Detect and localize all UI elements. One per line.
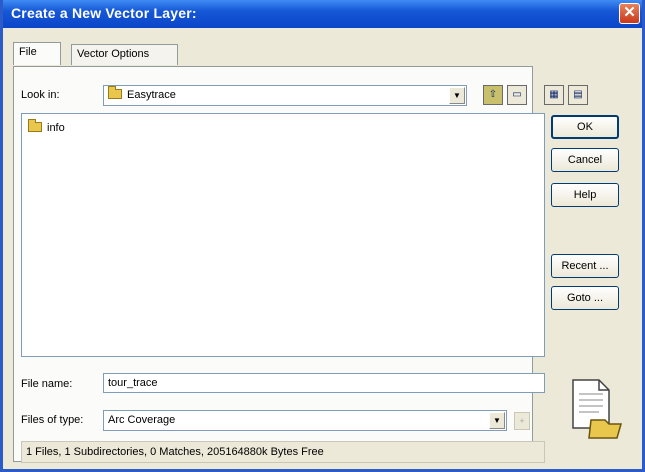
details-view-button[interactable]: ▤ bbox=[568, 85, 588, 105]
new-folder-button[interactable]: ▭ bbox=[507, 85, 527, 105]
folder-icon bbox=[108, 86, 122, 99]
goto-button[interactable]: Goto ... bbox=[551, 286, 619, 310]
files-of-type-value: Arc Coverage bbox=[108, 414, 176, 426]
add-type-button[interactable]: + bbox=[514, 412, 530, 430]
file-list[interactable]: info bbox=[21, 113, 545, 357]
chevron-down-icon[interactable]: ▼ bbox=[489, 412, 505, 429]
chevron-down-icon[interactable]: ▼ bbox=[449, 87, 465, 104]
look-in-value: Easytrace bbox=[127, 89, 176, 101]
new-folder-icon: ▭ bbox=[512, 89, 522, 100]
up-folder-button[interactable]: ⇧ bbox=[483, 85, 503, 105]
tab-vector-options[interactable]: Vector Options bbox=[71, 44, 178, 65]
new-layer-document-icon bbox=[572, 379, 622, 439]
tab-file[interactable]: File bbox=[13, 42, 61, 65]
help-button[interactable]: Help bbox=[551, 183, 619, 207]
cancel-button[interactable]: Cancel bbox=[551, 148, 619, 172]
look-in-label: Look in: bbox=[21, 89, 60, 101]
list-item[interactable]: info bbox=[28, 119, 65, 134]
details-view-icon: ▤ bbox=[573, 89, 583, 100]
ok-button[interactable]: OK bbox=[551, 115, 619, 139]
list-item-label: info bbox=[47, 122, 65, 134]
close-button[interactable]: ✕ bbox=[619, 3, 640, 24]
status-bar: 1 Files, 1 Subdirectories, 0 Matches, 20… bbox=[21, 441, 545, 463]
up-folder-icon: ⇧ bbox=[488, 89, 498, 100]
folder-icon bbox=[28, 119, 42, 132]
dialog-title: Create a New Vector Layer: bbox=[11, 5, 197, 21]
file-name-label: File name: bbox=[21, 378, 73, 390]
files-of-type-label: Files of type: bbox=[21, 414, 84, 426]
dialog-window: Create a New Vector Layer: ✕ File Vector… bbox=[0, 0, 645, 472]
recent-button[interactable]: Recent ... bbox=[551, 254, 619, 278]
file-name-input[interactable]: tour_trace bbox=[103, 373, 545, 393]
connect-drive-button[interactable]: ▦ bbox=[544, 85, 564, 105]
title-bar[interactable]: Create a New Vector Layer: ✕ bbox=[3, 0, 642, 28]
connect-drive-icon: ▦ bbox=[549, 89, 559, 100]
look-in-dropdown[interactable]: Easytrace ▼ bbox=[103, 85, 467, 106]
files-of-type-dropdown[interactable]: Arc Coverage ▼ bbox=[103, 410, 507, 431]
